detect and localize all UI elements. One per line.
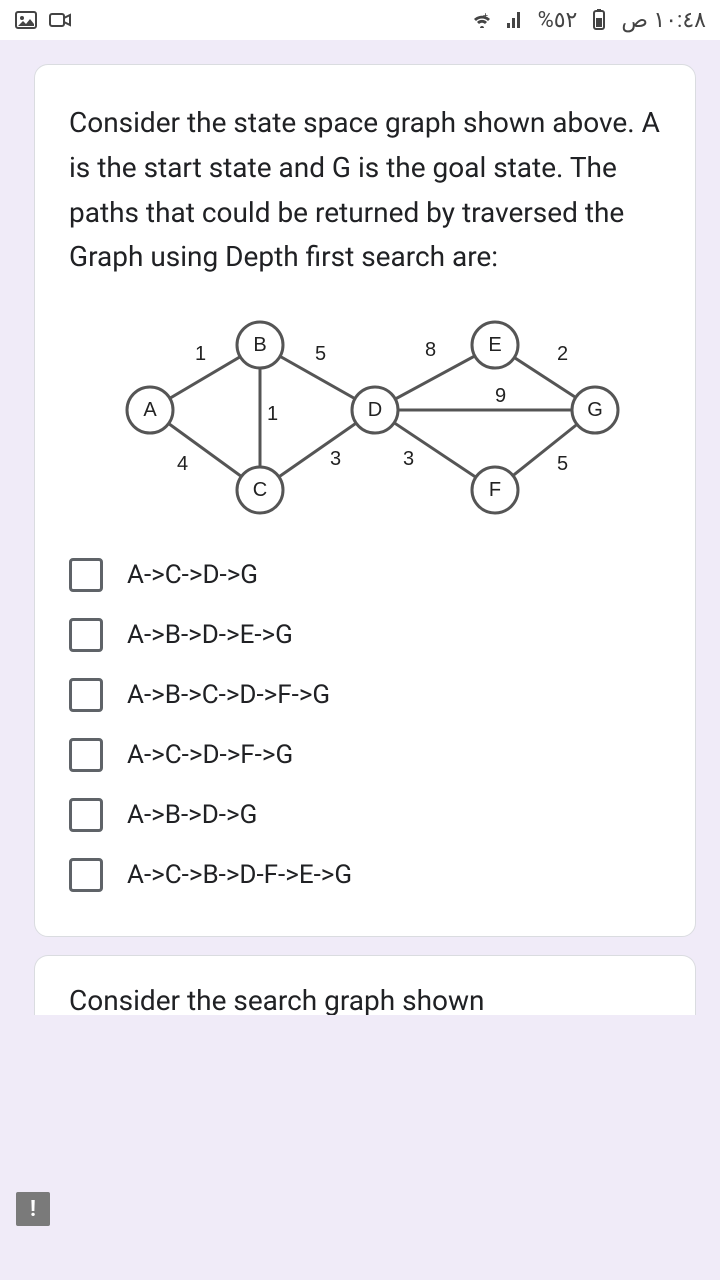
report-flag-icon[interactable]: ! — [16, 1192, 50, 1226]
edge-AB: 1 — [195, 343, 206, 365]
graph-diagram: A B C D E F G 1 4 1 5 3 8 3 9 2 5 — [69, 310, 661, 520]
option-label: A->C->D->F->G — [127, 740, 293, 770]
next-question-card: Consider the search graph shown — [34, 955, 696, 1015]
checkbox-icon[interactable] — [69, 798, 103, 832]
option-2[interactable]: A->B->D->E->G — [69, 618, 661, 652]
checkbox-icon[interactable] — [69, 738, 103, 772]
edge-BC: 1 — [267, 403, 278, 425]
checkbox-icon[interactable] — [69, 858, 103, 892]
battery-pct: ٥٢% — [538, 8, 578, 33]
question-card: Consider the state space graph shown abo… — [34, 64, 696, 937]
wifi-icon: + — [470, 8, 494, 32]
picture-icon — [14, 8, 38, 32]
edge-AC: 4 — [177, 453, 188, 475]
edge-DE: 8 — [425, 339, 436, 361]
option-label: A->B->D->G — [127, 800, 257, 830]
edge-DF: 3 — [403, 448, 414, 470]
option-label: A->B->D->E->G — [127, 620, 293, 650]
video-icon — [48, 8, 72, 32]
option-label: A->C->D->G — [127, 560, 258, 590]
checkbox-icon[interactable] — [69, 678, 103, 712]
node-A: A — [143, 399, 157, 421]
option-label: A->B->C->D->F->G — [127, 680, 330, 710]
option-3[interactable]: A->B->C->D->F->G — [69, 678, 661, 712]
node-E: E — [488, 334, 501, 356]
option-4[interactable]: A->C->D->F->G — [69, 738, 661, 772]
status-bar: ١٠:٤٨ ص ٥٢% + — [0, 0, 720, 40]
option-label: A->C->B->D-F->E->G — [127, 860, 352, 890]
option-6[interactable]: A->C->B->D-F->E->G — [69, 858, 661, 892]
node-C: C — [253, 479, 267, 501]
edge-CD: 3 — [330, 448, 341, 470]
next-question-text: Consider the search graph shown — [69, 984, 661, 1015]
answer-options: A->C->D->G A->B->D->E->G A->B->C->D->F->… — [69, 558, 661, 892]
edge-BD: 5 — [315, 343, 326, 365]
checkbox-icon[interactable] — [69, 558, 103, 592]
node-G: G — [587, 399, 603, 421]
edge-EG: 2 — [557, 343, 568, 365]
question-text: Consider the state space graph shown abo… — [69, 101, 661, 280]
edge-FG: 5 — [557, 453, 568, 475]
status-time: ١٠:٤٨ ص — [621, 8, 706, 33]
node-D: D — [368, 399, 382, 421]
node-F: F — [489, 479, 501, 501]
option-5[interactable]: A->B->D->G — [69, 798, 661, 832]
status-left: ١٠:٤٨ ص ٥٢% + — [470, 8, 706, 33]
signal-icon — [504, 8, 528, 32]
option-1[interactable]: A->C->D->G — [69, 558, 661, 592]
edge-DG: 9 — [495, 385, 506, 407]
checkbox-icon[interactable] — [69, 618, 103, 652]
node-B: B — [253, 334, 266, 356]
battery-icon — [587, 8, 611, 32]
status-right — [14, 8, 72, 32]
svg-text:+: + — [482, 12, 487, 22]
